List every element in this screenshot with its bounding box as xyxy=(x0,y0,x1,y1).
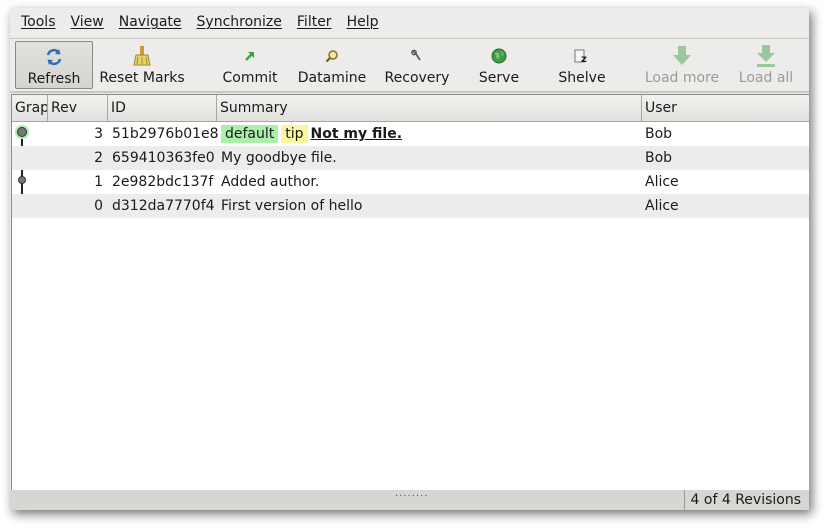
refresh-button[interactable]: Refresh xyxy=(15,41,93,89)
rev-cell: 3 xyxy=(94,126,103,142)
status-bar: ........ 4 of 4 Revisions xyxy=(10,488,809,510)
table-row[interactable]: 3 51b2976b01e8 default tip Not my file. Bo… xyxy=(12,122,809,146)
toolbar-separator xyxy=(10,91,809,93)
table-row[interactable]: 2 659410363fe0 My goodbye file. Bob xyxy=(12,146,809,170)
toolbar: Refresh Reset Marks Commit Datamine Reco… xyxy=(10,38,809,91)
menu-help[interactable]: Help xyxy=(336,14,383,30)
commit-arrow-icon xyxy=(240,46,260,66)
table-row[interactable]: 1 2e982bdc137f Added author. Alice xyxy=(12,170,809,194)
menu-tools[interactable]: Tools xyxy=(10,14,60,30)
menu-view[interactable]: View xyxy=(60,14,108,30)
user-cell: Alice xyxy=(645,174,679,190)
load-all-button[interactable]: Load all xyxy=(736,41,796,87)
id-cell: 2e982bdc137f xyxy=(112,174,214,190)
datamine-button[interactable]: Datamine xyxy=(296,41,368,87)
menu-filter[interactable]: Filter xyxy=(286,14,336,30)
svg-text:z: z xyxy=(581,54,587,64)
shelve-label: Shelve xyxy=(558,70,606,86)
commit-label: Commit xyxy=(222,70,278,86)
column-header-graph[interactable]: Graph xyxy=(12,95,48,121)
tip-tag: tip xyxy=(281,125,308,143)
id-cell: 51b2976b01e8 xyxy=(112,126,219,142)
rev-cell: 0 xyxy=(94,198,103,214)
column-header-user[interactable]: User xyxy=(642,95,809,121)
magnifier-icon xyxy=(322,46,342,66)
rev-cell: 1 xyxy=(94,174,103,190)
revision-count: 4 of 4 Revisions xyxy=(683,490,801,510)
resize-grip[interactable]: ........ xyxy=(395,488,428,499)
reset-marks-button[interactable]: Reset Marks xyxy=(97,41,187,87)
user-cell: Bob xyxy=(645,150,673,166)
column-header-summary[interactable]: Summary xyxy=(217,95,642,121)
branch-tag: default xyxy=(221,125,279,143)
down-arrow-icon xyxy=(672,46,692,66)
menu-navigate[interactable]: Navigate xyxy=(108,14,186,30)
load-all-label: Load all xyxy=(738,70,794,86)
id-cell: 659410363fe0 xyxy=(112,150,215,166)
broom-icon xyxy=(132,46,152,66)
summary-text: Not my file. xyxy=(310,126,403,142)
recovery-button[interactable]: Recovery xyxy=(382,41,452,87)
refresh-label: Refresh xyxy=(27,71,81,87)
id-cell: d312da7770f4 xyxy=(112,198,215,214)
user-cell: Alice xyxy=(645,198,679,214)
load-all-arrow-icon xyxy=(756,45,776,67)
datamine-label: Datamine xyxy=(297,70,367,86)
refresh-icon xyxy=(44,47,64,67)
shelve-icon: z xyxy=(572,46,592,66)
load-more-button[interactable]: Load more xyxy=(644,41,720,87)
summary-cell: Added author. xyxy=(221,174,320,190)
globe-icon xyxy=(489,46,509,66)
column-header-id[interactable]: ID xyxy=(108,95,217,121)
menu-bar: Tools View Navigate Synchronize Filter H… xyxy=(10,8,809,36)
revision-table[interactable]: Graph Rev ID Summary User 3 51b2976b01e8… xyxy=(11,94,809,492)
repository-explorer-window: Tools View Navigate Synchronize Filter H… xyxy=(10,8,809,510)
serve-button[interactable]: Serve xyxy=(472,41,526,87)
rev-cell: 2 xyxy=(94,150,103,166)
summary-cell: default tip Not my file. xyxy=(221,122,641,146)
wrench-icon xyxy=(407,46,427,66)
serve-label: Serve xyxy=(478,70,520,86)
table-header: Graph Rev ID Summary User xyxy=(12,95,809,122)
table-row[interactable]: 0 d312da7770f4 First version of hello Al… xyxy=(12,194,809,218)
summary-cell: First version of hello xyxy=(221,198,363,214)
load-more-label: Load more xyxy=(644,70,720,86)
recovery-label: Recovery xyxy=(384,70,450,86)
reset-marks-label: Reset Marks xyxy=(99,70,185,86)
shelve-button[interactable]: z Shelve xyxy=(554,41,610,87)
commit-button[interactable]: Commit xyxy=(216,41,284,87)
summary-cell: My goodbye file. xyxy=(221,150,337,166)
user-cell: Bob xyxy=(645,126,673,142)
menu-synchronize[interactable]: Synchronize xyxy=(186,14,286,30)
column-header-rev[interactable]: Rev xyxy=(48,95,108,121)
